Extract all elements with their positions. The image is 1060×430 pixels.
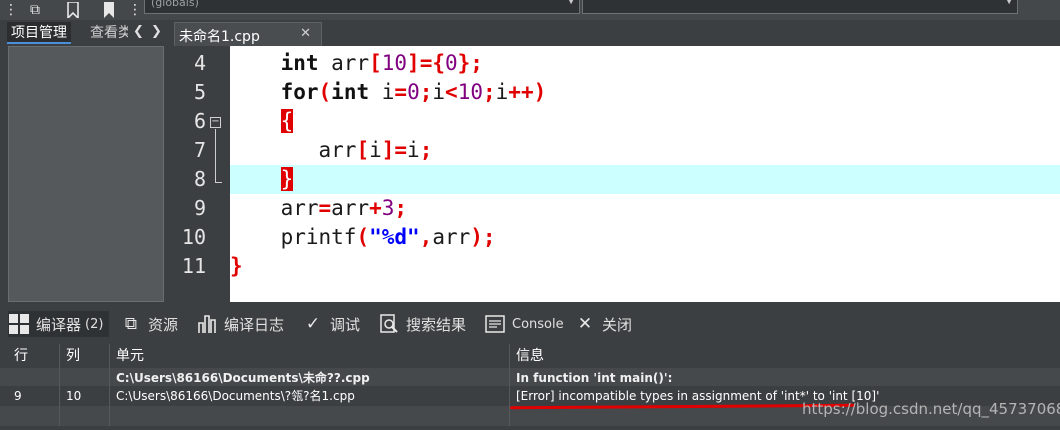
tab-resources[interactable]: ⧉ 资源 xyxy=(120,311,178,337)
menu-dots-icon[interactable]: ⋮ xyxy=(124,0,146,20)
project-view-icon[interactable]: ⧉ xyxy=(24,0,46,20)
cell-line xyxy=(8,406,60,426)
code-line: printf("%d",arr); xyxy=(230,225,496,249)
tab-close[interactable]: ✕ 关闭 xyxy=(574,311,632,337)
tab-search-results[interactable]: 搜索结果 xyxy=(378,311,466,337)
code-line: for(int i=0;i<10;i++) xyxy=(280,80,547,104)
line-number: 5 xyxy=(193,80,206,104)
left-panel-tabs: 项目管理 查看类 ❮ ❯ xyxy=(0,20,166,44)
line-number: 10 xyxy=(181,225,206,249)
tab-search-results-label: 搜索结果 xyxy=(406,315,467,334)
editor-tabbar: 未命名1.cpp ✕ xyxy=(170,20,1060,46)
tab-console[interactable]: Console xyxy=(484,311,564,337)
line-number: 7 xyxy=(193,138,206,162)
search-icon xyxy=(378,313,400,335)
resources-icon: ⧉ xyxy=(124,314,138,334)
chevron-left-icon[interactable]: ❮ xyxy=(133,24,144,39)
scope-combo-value: (globals) xyxy=(151,0,199,9)
fold-guide-end xyxy=(215,182,222,183)
bookmark-icon[interactable] xyxy=(62,0,84,20)
tab-close-label: 关闭 xyxy=(602,315,633,334)
column-header-message[interactable]: 信息 xyxy=(510,344,1060,368)
tab-compile-log[interactable]: 编译日志 xyxy=(196,311,284,337)
tab-compile-log-label: 编译日志 xyxy=(224,315,285,334)
tab-console-label: Console xyxy=(512,316,564,332)
cell-col: 10 xyxy=(60,386,110,406)
cell-line xyxy=(8,368,60,388)
tab-resources-label: 资源 xyxy=(148,315,179,334)
bar-chart-icon xyxy=(196,313,218,335)
tab-debug[interactable]: ✓ 调试 xyxy=(302,311,360,337)
cell-col xyxy=(60,406,110,426)
bottom-tab-strip: 编译器 (2) ⧉ 资源 编译日志 ✓ 调试 搜索结果 Console ✕ 关闭 xyxy=(0,302,1060,344)
file-tab[interactable]: 未命名1.cpp ✕ xyxy=(174,22,322,46)
line-number: 4 xyxy=(193,51,206,75)
console-icon xyxy=(484,313,506,335)
column-header-unit[interactable]: 单元 xyxy=(110,344,510,368)
checkmark-icon: ✓ xyxy=(305,314,321,334)
chevron-down-icon: ▼ xyxy=(567,0,575,6)
line-number: 9 xyxy=(193,196,206,220)
grid-icon xyxy=(8,313,30,335)
cell-unit xyxy=(110,406,510,426)
tab-compiler-badge: (2) xyxy=(85,316,104,332)
code-line: arr=arr+3; xyxy=(230,196,408,220)
tab-compiler[interactable]: 编译器 (2) xyxy=(8,311,110,337)
line-number-gutter: 4 5 6 7 8 9 10 11 xyxy=(170,46,230,302)
tab-view-classes[interactable]: 查看类 xyxy=(86,22,128,44)
bookmark-filled-icon[interactable] xyxy=(98,0,120,20)
column-header-line[interactable]: 行 xyxy=(8,344,60,368)
cell-unit: C:\Users\86166\Documents\未命??.cpp xyxy=(110,368,510,388)
function-combo[interactable]: ▼ xyxy=(582,0,1018,14)
current-line-highlight xyxy=(230,165,1060,194)
line-number: 6 xyxy=(193,109,206,133)
cell-unit: C:\Users\86166\Documents\?瓴?名1.cpp xyxy=(110,386,510,406)
chevron-right-icon[interactable]: ❯ xyxy=(151,24,162,39)
close-icon[interactable]: ✕ xyxy=(300,26,311,41)
line-number: 8 xyxy=(193,167,206,191)
menu-dots-icon[interactable]: ⋮ xyxy=(0,0,22,20)
close-icon: ✕ xyxy=(577,314,593,334)
code-line: } xyxy=(230,254,243,278)
top-toolbar: ⋮ ⧉ ⋮ (globals) ▼ ▼ xyxy=(0,0,1060,20)
fold-toggle-icon[interactable]: − xyxy=(210,117,221,128)
tab-project-manager[interactable]: 项目管理 xyxy=(7,22,71,44)
fold-guide xyxy=(215,129,216,183)
table-row[interactable]: C:\Users\86166\Documents\未命??.cpp In fun… xyxy=(0,368,1060,388)
code-editor[interactable]: int arr[10]={0}; for(int i=0;i<10;i++) {… xyxy=(230,46,1060,302)
column-header-col[interactable]: 列 xyxy=(60,344,110,368)
scope-combo[interactable]: (globals) ▼ xyxy=(144,0,580,14)
code-line: { xyxy=(280,109,294,133)
code-line: arr[i]=i; xyxy=(230,138,433,162)
watermark: https://blog.csdn.net/qq_45737068 xyxy=(802,400,1060,418)
line-number: 11 xyxy=(181,254,206,278)
file-tab-label: 未命名1.cpp xyxy=(179,29,260,45)
chevron-down-icon: ▼ xyxy=(1005,0,1013,6)
tab-debug-label: 调试 xyxy=(330,315,361,334)
cell-col xyxy=(60,368,110,388)
project-tree-panel[interactable] xyxy=(8,46,164,302)
code-line: } xyxy=(280,167,294,191)
cell-line: 9 xyxy=(8,386,60,406)
cell-message: In function 'int main()': xyxy=(516,371,673,385)
code-line: int arr[10]={0}; xyxy=(280,51,483,75)
tab-compiler-label: 编译器 xyxy=(36,315,82,334)
